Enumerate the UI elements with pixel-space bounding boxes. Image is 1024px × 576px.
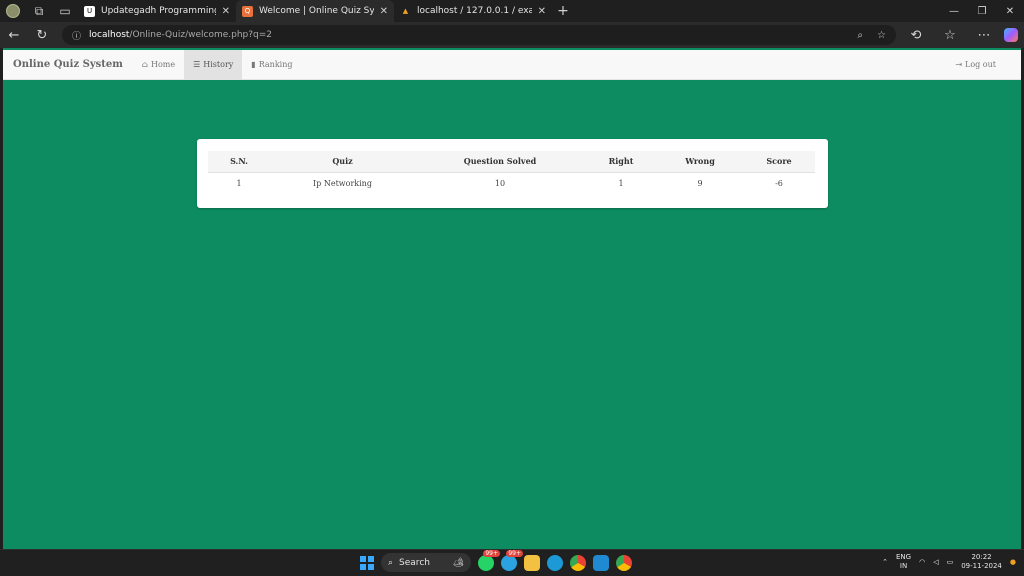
url-host: localhost (89, 30, 130, 40)
app-navbar: Online Quiz System ⌂ Home ☰ History ▮ Ra… (3, 49, 1021, 80)
chevron-up-icon[interactable]: ⌃ (882, 558, 888, 566)
lang-bottom: IN (899, 562, 908, 570)
close-window-icon[interactable]: ✕ (996, 6, 1024, 17)
cell-quiz: Ip Networking (313, 179, 372, 189)
chrome-profile-icon[interactable] (616, 554, 632, 571)
vscode-icon[interactable] (593, 554, 609, 571)
volume-icon[interactable]: ◁ (933, 558, 938, 566)
col-score: Score (743, 151, 815, 173)
cell-wrong: 9 (697, 179, 703, 189)
tab-actions-icon[interactable]: ▭ (52, 0, 78, 22)
file-explorer-icon[interactable] (524, 554, 540, 571)
taskbar-search[interactable]: ⌕ Search 🏕 (381, 553, 471, 572)
telegram-icon[interactable]: 99+ (501, 549, 523, 571)
favorite-star-icon[interactable]: ☆ (877, 30, 886, 41)
tab-phpmyadmin[interactable]: ▲ localhost / 127.0.0.1 / exam / use ✕ (394, 0, 552, 22)
profile-avatar[interactable] (0, 0, 26, 22)
bar-chart-icon: ▮ (251, 60, 256, 69)
nav-ranking[interactable]: ▮ Ranking (242, 50, 301, 80)
minimize-icon[interactable]: — (940, 6, 968, 17)
nav-history[interactable]: ☰ History (184, 49, 243, 80)
workspaces-icon[interactable]: ⧉ (26, 0, 52, 22)
browser-tab-bar: ⧉ ▭ U Updategadh Programming - Upd ✕ Q W… (0, 0, 1024, 22)
tab-title: Updategadh Programming - Upd (101, 6, 216, 16)
logout-icon: ⇥ (955, 60, 963, 69)
chrome-icon[interactable] (570, 554, 586, 571)
zoom-icon[interactable]: ⌕ (857, 30, 863, 41)
date: 09-11-2024 (961, 562, 1002, 570)
language-indicator[interactable]: ENG IN (896, 553, 911, 571)
wifi-icon[interactable]: ◠ (919, 558, 925, 566)
clock[interactable]: 20:22 09-11-2024 (961, 553, 1002, 571)
home-icon: ⌂ (141, 60, 148, 69)
lang-top: ENG (895, 553, 912, 561)
tab-title: Welcome | Online Quiz System (259, 6, 374, 16)
col-wrong: Wrong (657, 151, 743, 173)
nav-history-label: History (203, 60, 234, 69)
nav-home-label: Home (150, 60, 176, 69)
extensions-icon[interactable]: ⟲ (902, 28, 930, 43)
col-right: Right (585, 151, 657, 173)
start-menu-icon[interactable] (360, 555, 374, 570)
brand-title[interactable]: Online Quiz System (3, 59, 133, 70)
new-tab-button[interactable]: + (552, 3, 574, 19)
address-bar[interactable]: ⓘ localhost/Online-Quiz/welcome.php?q=2 … (62, 25, 896, 45)
list-icon: ☰ (193, 60, 201, 69)
system-tray: ⌃ ENG IN ◠ ◁ ▭ 20:22 09-11-2024 ● (882, 553, 1016, 571)
history-panel: S.N. Quiz Question Solved Right Wrong Sc… (197, 139, 828, 208)
window-controls: — ❐ ✕ (940, 6, 1024, 17)
col-sn: S.N. (208, 151, 270, 173)
tab-title: localhost / 127.0.0.1 / exam / use (417, 6, 532, 16)
tab-close-icon[interactable]: ✕ (538, 6, 546, 17)
history-table: S.N. Quiz Question Solved Right Wrong Sc… (208, 151, 815, 195)
search-icon: ⌕ (388, 557, 394, 568)
back-arrow-icon[interactable]: ← (0, 28, 28, 43)
table-header-row: S.N. Quiz Question Solved Right Wrong Sc… (208, 151, 815, 173)
nav-ranking-label: Ranking (258, 60, 293, 69)
nav-logout-label: Log out (965, 60, 996, 69)
notification-bell-icon[interactable]: ● (1010, 558, 1016, 566)
tab-close-icon[interactable]: ✕ (380, 6, 388, 17)
notification-badge: 99+ (506, 549, 523, 557)
url-path: /Online-Quiz/welcome.php?q=2 (129, 30, 273, 40)
more-menu-icon[interactable]: ⋯ (970, 28, 998, 43)
cell-right: 1 (618, 179, 624, 189)
tab-favicon-icon: U (84, 5, 95, 17)
battery-icon[interactable]: ▭ (947, 558, 954, 566)
cell-sn: 1 (236, 179, 242, 189)
favorites-icon[interactable]: ☆ (936, 28, 964, 43)
tab-updategadh[interactable]: U Updategadh Programming - Upd ✕ (78, 0, 236, 22)
tab-favicon-icon: ▲ (402, 7, 409, 15)
edge-icon[interactable] (547, 554, 563, 571)
tab-close-icon[interactable]: ✕ (222, 6, 230, 17)
nav-home[interactable]: ⌂ Home (133, 50, 184, 80)
site-info-icon[interactable]: ⓘ (72, 29, 81, 42)
tab-online-quiz[interactable]: Q Welcome | Online Quiz System ✕ (236, 0, 394, 22)
search-highlight-icon: 🏕 (452, 557, 464, 568)
cell-question-solved: 10 (494, 179, 506, 189)
copilot-icon[interactable] (1004, 28, 1018, 42)
restore-icon[interactable]: ❐ (968, 6, 996, 17)
windows-taskbar: ⌕ Search 🏕 99+ 99+ ⌃ ENG IN ◠ ◁ ▭ 20:22 … (0, 549, 1024, 576)
whatsapp-icon[interactable]: 99+ (478, 549, 500, 571)
refresh-icon[interactable]: ↻ (28, 28, 56, 43)
tab-favicon-icon: Q (242, 5, 253, 17)
col-question-solved: Question Solved (415, 151, 585, 173)
table-row: 1 Ip Networking 10 1 9 -6 (208, 172, 815, 195)
taskbar-search-label: Search (399, 557, 430, 568)
time: 20:22 (971, 553, 992, 561)
taskbar-apps: ⌕ Search 🏕 99+ 99+ (360, 549, 632, 572)
browser-toolbar: ← ↻ ⓘ localhost/Online-Quiz/welcome.php?… (0, 22, 1024, 48)
nav-logout[interactable]: ⇥ Log out (946, 50, 1005, 80)
cell-score: -6 (775, 179, 783, 189)
col-quiz: Quiz (270, 151, 415, 173)
notification-badge: 99+ (483, 549, 500, 557)
page-content: Online Quiz System ⌂ Home ☰ History ▮ Ra… (3, 48, 1021, 549)
